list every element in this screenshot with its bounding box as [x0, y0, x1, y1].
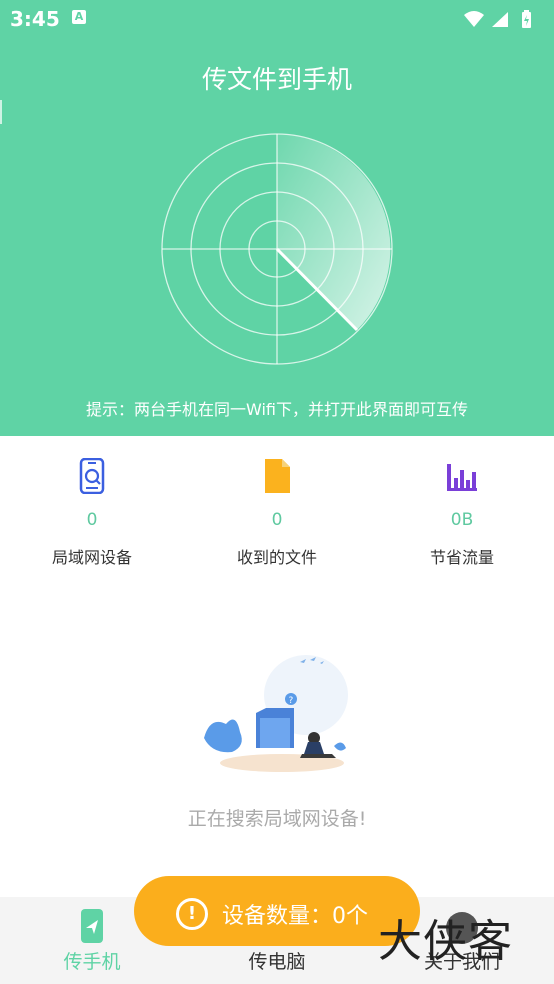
stat-value: 0B [450, 510, 474, 530]
searching-illustration: ? [204, 655, 348, 772]
exclamation-icon: ! [176, 898, 208, 930]
hint-text: 提示：两台手机在同一Wifi下，并打开此界面即可互传 [86, 400, 468, 419]
status-time: 3:45 [10, 7, 60, 31]
drawer-edge[interactable] [0, 100, 2, 124]
svg-text:?: ? [289, 696, 294, 706]
tab-label: 传电脑 [248, 951, 306, 973]
stat-received-files[interactable]: 0 收到的文件 [185, 436, 369, 568]
system-icons [464, 10, 531, 28]
stat-value: 0 [271, 510, 283, 530]
status-bar: 3:45 A [0, 0, 554, 38]
stat-lan-devices[interactable]: 0 局域网设备 [0, 436, 184, 568]
stat-label: 局域网设备 [51, 548, 132, 567]
stat-label: 节省流量 [429, 548, 494, 567]
search-status: 正在搜索局域网设备! [187, 808, 367, 830]
stat-label: 收到的文件 [236, 548, 317, 567]
battery-icon [522, 10, 531, 28]
tab-label: 传手机 [63, 951, 121, 973]
file-icon [265, 459, 290, 493]
wifi-icon [464, 11, 484, 27]
header: 传文件到手机 提示：两台手机在同一Wifi下，并打开此界面即可互传 [0, 38, 554, 436]
stat-saved-traffic[interactable]: 0B 节省流量 [370, 436, 554, 568]
toast-text: 设备数量：0个 [222, 904, 368, 929]
radar-sweep [277, 134, 391, 330]
stat-value: 0 [86, 510, 98, 530]
phone-search-icon [79, 458, 105, 494]
signal-icon [492, 12, 508, 27]
stats-row: 0 局域网设备 0 收到的文件 0B 节省流量 [0, 436, 554, 596]
bar-chart-icon [447, 464, 477, 491]
send-phone-icon [81, 909, 103, 943]
watermark: 大侠客 [378, 916, 513, 967]
notification-icon: A [72, 10, 86, 24]
page-title: 传文件到手机 [201, 65, 352, 94]
radar-scanner [161, 133, 393, 365]
